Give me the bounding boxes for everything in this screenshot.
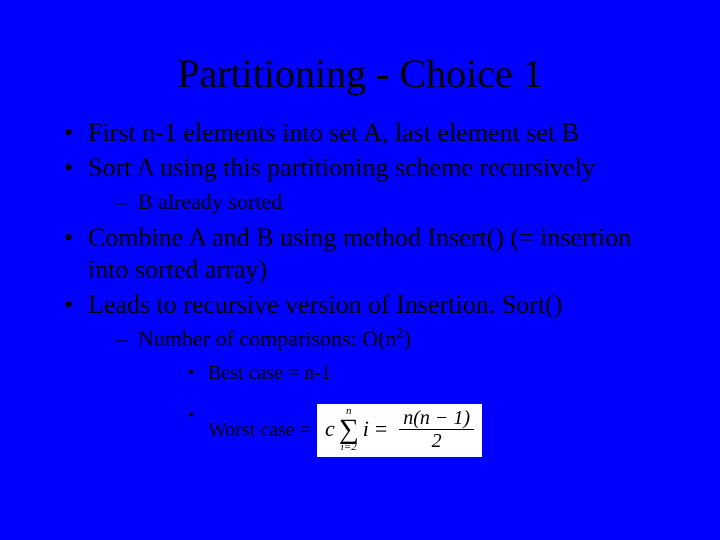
bullet-item: Combine A and B using method Insert() (=… <box>60 222 660 287</box>
bullet-text: Leads to recursive version of Insertion.… <box>88 290 562 319</box>
numerator-n: n <box>403 407 413 429</box>
slide: Partitioning - Choice 1 First n-1 elemen… <box>0 0 720 540</box>
fraction: n(n − 1) 2 <box>399 408 474 451</box>
formula-image: c n ∑ i=2 i = <box>317 404 482 457</box>
slide-title: Partitioning - Choice 1 <box>60 50 660 97</box>
sigma-icon: ∑ <box>339 417 359 442</box>
sub-bullet-list: Number of comparisons: O(n2) Best case =… <box>88 325 660 457</box>
sub-bullet-text-post: ) <box>404 326 411 351</box>
sub-bullet-item: B already sorted <box>88 188 660 216</box>
summation-symbol: n ∑ i=2 <box>339 406 359 453</box>
bullet-item: First n-1 elements into set A, last elem… <box>60 117 660 150</box>
equals-sign: = <box>375 415 387 443</box>
bullet-text: Combine A and B using method Insert() (=… <box>88 223 631 285</box>
formula-c: c <box>325 415 335 443</box>
formula-term: i <box>363 415 369 443</box>
sub-bullet-item: Number of comparisons: O(n2) Best case =… <box>88 325 660 457</box>
sub-bullet-text: Number of comparisons: O(n <box>138 326 396 351</box>
sub-sub-bullet-list: Best case = n-1 Worst case = c n <box>138 361 660 457</box>
sum-lower: i=2 <box>341 442 357 453</box>
bullet-item: Sort A using this partitioning scheme re… <box>60 152 660 216</box>
sub-bullet-list: B already sorted <box>88 188 660 216</box>
bullet-text: First n-1 elements into set A, last elem… <box>88 118 579 147</box>
numerator-paren: (n − 1) <box>413 407 470 429</box>
sub-sub-bullet-text: Worst case = <box>208 418 311 443</box>
sub-sub-bullet-text: Best case = n-1 <box>208 362 331 384</box>
bullet-text: Sort A using this partitioning scheme re… <box>88 153 595 182</box>
sub-sub-bullet-item: Best case = n-1 <box>138 361 660 386</box>
bullet-item: Leads to recursive version of Insertion.… <box>60 289 660 457</box>
sub-bullet-text: B already sorted <box>138 189 282 214</box>
denominator: 2 <box>432 430 442 451</box>
superscript: 2 <box>396 326 403 342</box>
bullet-list: First n-1 elements into set A, last elem… <box>60 117 660 457</box>
sub-sub-bullet-item: Worst case = c n ∑ i=2 <box>138 404 660 457</box>
